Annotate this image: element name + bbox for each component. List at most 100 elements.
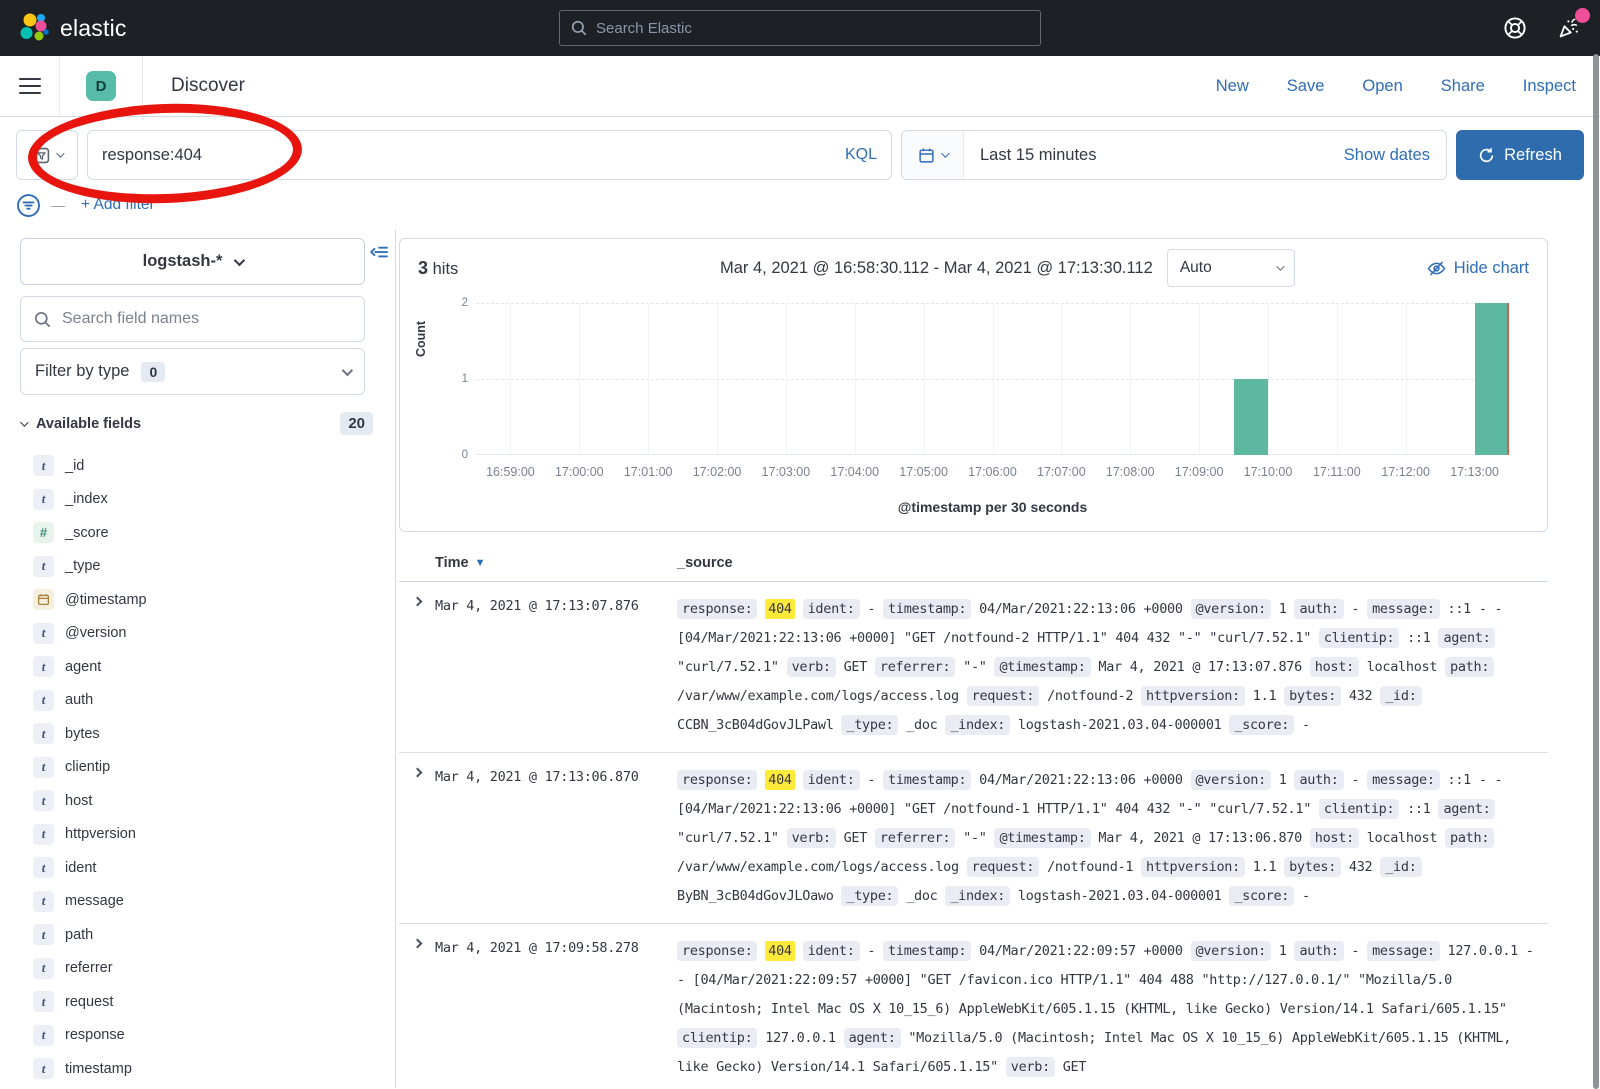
y-tick: 2 xyxy=(462,297,468,309)
global-search-box[interactable] xyxy=(559,10,1041,46)
field-item-clientip[interactable]: tclientip xyxy=(20,751,375,785)
x-tick-label: 17:02:00 xyxy=(693,465,742,479)
filter-by-type-dropdown[interactable]: Filter by type 0 xyxy=(20,348,365,395)
field-name: timestamp xyxy=(65,1061,132,1077)
date-quick-select-button[interactable] xyxy=(902,131,964,179)
field-item-_id[interactable]: t_id xyxy=(20,449,375,483)
new-button[interactable]: New xyxy=(1216,77,1249,96)
field-key: path: xyxy=(1445,657,1494,677)
histogram-bar-17:13:00[interactable] xyxy=(1475,303,1509,455)
field-item-_index[interactable]: t _index xyxy=(20,483,375,517)
field-value: - xyxy=(1351,943,1359,959)
vertical-scrollbar[interactable] xyxy=(1593,54,1599,1089)
field-value: logstash-2021.03.04-000001 xyxy=(1018,888,1222,904)
news-party-popper-icon[interactable] xyxy=(1556,15,1582,41)
field-item-path[interactable]: tpath xyxy=(20,918,375,952)
text-type-icon: t xyxy=(33,489,54,510)
x-tick-label: 17:10:00 xyxy=(1244,465,1293,479)
field-key: bytes: xyxy=(1284,857,1341,877)
field-search-input[interactable] xyxy=(62,310,352,328)
field-name: _index xyxy=(65,491,108,507)
index-pattern-selector[interactable]: logstash-* xyxy=(20,238,365,285)
interval-select[interactable]: Auto xyxy=(1167,249,1295,287)
query-input-box[interactable]: KQL xyxy=(87,130,892,180)
field-value: - xyxy=(867,772,875,788)
field-item-bytes[interactable]: tbytes xyxy=(20,717,375,751)
field-item-@timestamp[interactable]: @timestamp xyxy=(20,583,375,617)
main-menu-button[interactable] xyxy=(0,56,59,116)
field-item-referrer[interactable]: treferrer xyxy=(20,952,375,986)
app-header: D Discover New Save Open Share Inspect xyxy=(0,56,1600,117)
hide-chart-button[interactable]: Hide chart xyxy=(1427,259,1529,278)
open-button[interactable]: Open xyxy=(1362,77,1402,96)
available-fields-header[interactable]: Available fields 20 xyxy=(20,412,375,435)
field-key: _score: xyxy=(1229,715,1294,735)
field-value: /var/www/example.com/logs/access.log xyxy=(677,859,959,875)
refresh-button[interactable]: Refresh xyxy=(1456,130,1584,180)
field-key: agent: xyxy=(1438,628,1495,648)
saved-query-menu-button[interactable] xyxy=(16,130,78,180)
kql-language-button[interactable]: KQL xyxy=(835,146,877,164)
field-key: clientip: xyxy=(1319,799,1399,819)
field-key: referrer: xyxy=(875,657,955,677)
field-name: _id xyxy=(65,458,84,474)
field-item-message[interactable]: tmessage xyxy=(20,885,375,919)
show-dates-button[interactable]: Show dates xyxy=(1344,146,1446,165)
field-value: 04/Mar/2021:22:13:06 +0000 xyxy=(979,772,1183,788)
histogram-bar-17:09:30[interactable] xyxy=(1234,379,1268,455)
app-badge-wrap: D xyxy=(59,56,143,116)
help-icon[interactable] xyxy=(1502,15,1528,41)
field-item-request[interactable]: trequest xyxy=(20,985,375,1019)
field-key: _id: xyxy=(1380,686,1421,706)
field-item-_score[interactable]: #_score xyxy=(20,516,375,550)
elastic-logo[interactable]: elastic xyxy=(18,12,127,44)
collapse-sidebar-icon[interactable] xyxy=(369,242,389,262)
chart-plot: 2 1 0 xyxy=(476,303,1509,455)
field-item-httpversion[interactable]: thttpversion xyxy=(20,818,375,852)
discover-app-badge[interactable]: D xyxy=(86,71,116,101)
time-range-value[interactable]: Last 15 minutes xyxy=(964,146,1096,165)
discover-main: 3 hits Mar 4, 2021 @ 16:58:30.112 - Mar … xyxy=(396,230,1600,1088)
filter-divider: — xyxy=(51,197,65,213)
histogram-panel: 3 hits Mar 4, 2021 @ 16:58:30.112 - Mar … xyxy=(399,238,1548,532)
field-value: Mar 4, 2021 @ 17:13:06.870 xyxy=(1098,830,1302,846)
chevron-right-icon xyxy=(412,768,422,778)
inspect-button[interactable]: Inspect xyxy=(1523,77,1576,96)
field-key: verb: xyxy=(787,657,836,677)
field-name: ident xyxy=(65,860,96,876)
filter-icon[interactable] xyxy=(16,193,41,218)
field-item-timestamp[interactable]: ttimestamp xyxy=(20,1052,375,1086)
field-key: host: xyxy=(1310,828,1359,848)
field-item-ident[interactable]: tident xyxy=(20,851,375,885)
fields-sidebar: logstash-* Filter by type 0 Available fi… xyxy=(0,230,396,1088)
field-value: - xyxy=(867,601,875,617)
field-item-response[interactable]: tresponse xyxy=(20,1019,375,1053)
field-key: timestamp: xyxy=(883,599,971,619)
field-search-box[interactable] xyxy=(20,296,365,342)
field-item-auth[interactable]: tauth xyxy=(20,684,375,718)
field-value: 1.1 xyxy=(1253,859,1276,875)
expand-row-button[interactable] xyxy=(399,766,435,911)
expand-row-button[interactable] xyxy=(399,937,435,1082)
field-item-_type[interactable]: t_type xyxy=(20,550,375,584)
field-key: bytes: xyxy=(1284,686,1341,706)
add-filter-button[interactable]: + Add filter xyxy=(81,196,155,214)
y-axis-title: Count xyxy=(414,321,428,357)
field-key: _id: xyxy=(1380,857,1421,877)
field-value: "-" xyxy=(963,830,986,846)
text-type-icon: t xyxy=(33,690,54,711)
field-name: response xyxy=(65,1027,125,1043)
date-picker: Last 15 minutes Show dates xyxy=(901,130,1447,180)
calendar-icon xyxy=(918,147,935,164)
share-button[interactable]: Share xyxy=(1441,77,1485,96)
time-column-header[interactable]: Time ▼ xyxy=(435,555,677,571)
save-button[interactable]: Save xyxy=(1287,77,1325,96)
field-item-host[interactable]: thost xyxy=(20,784,375,818)
field-item-@version[interactable]: t@version xyxy=(20,617,375,651)
global-search-input[interactable] xyxy=(596,20,1030,37)
field-key: response: xyxy=(677,599,757,619)
query-input[interactable] xyxy=(102,146,835,165)
field-item-agent[interactable]: tagent xyxy=(20,650,375,684)
text-type-icon: t xyxy=(33,958,54,979)
expand-row-button[interactable] xyxy=(399,595,435,740)
